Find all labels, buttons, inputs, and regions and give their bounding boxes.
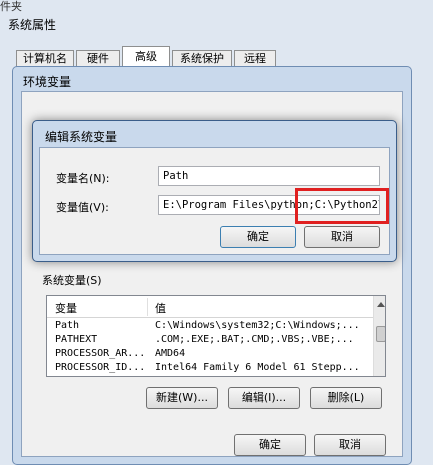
row-value: C:\Windows\system32;C:\Windows;... <box>155 320 360 331</box>
system-vars-label: 系统变量(S) <box>42 274 102 287</box>
delete-button[interactable]: 删除(L) <box>310 387 382 409</box>
edit-ok-button[interactable]: 确定 <box>220 226 296 248</box>
row-value: .COM;.EXE;.BAT;.CMD;.VBS;.VBE;... <box>155 334 354 345</box>
edit-cancel-button[interactable]: 取消 <box>304 226 380 248</box>
table-row[interactable]: PROCESSOR_ID... Intel64 Family 6 Model 6… <box>47 361 373 374</box>
tab-bar: 计算机名 硬件 高级 系统保护 远程 <box>16 46 316 68</box>
column-value[interactable]: 值 <box>155 300 255 316</box>
env-ok-button[interactable]: 确定 <box>234 434 306 456</box>
row-name: PROCESSOR_ID... <box>55 362 146 373</box>
scroll-thumb[interactable] <box>376 326 385 342</box>
row-name: PATHEXT <box>55 334 98 345</box>
table-row[interactable]: PROCESSOR_AR... AMD64 <box>47 347 373 360</box>
variable-name-input[interactable]: Path <box>158 166 380 186</box>
list-header: 变量 值 <box>47 296 373 318</box>
list-scrollbar[interactable] <box>373 296 385 376</box>
edit-button[interactable]: 编辑(I)... <box>228 387 300 409</box>
env-dialog-title: 环境变量 <box>23 75 72 89</box>
system-properties-title: 系统属性 <box>8 18 57 32</box>
variable-value-label: 变量值(V): <box>56 201 109 214</box>
edit-dialog-title: 编辑系统变量 <box>45 130 118 144</box>
row-name: PROCESSOR_AR... <box>55 348 146 359</box>
scroll-up-icon[interactable] <box>377 302 385 307</box>
table-row[interactable]: PATHEXT .COM;.EXE;.BAT;.CMD;.VBS;.VBE;..… <box>47 333 373 346</box>
highlight-box <box>295 188 389 224</box>
row-name: Path <box>55 320 80 331</box>
row-value: Intel64 Family 6 Model 61 Stepp... <box>155 362 360 373</box>
row-value: AMD64 <box>155 348 186 359</box>
column-divider <box>147 298 148 316</box>
column-variable[interactable]: 变量 <box>55 300 143 316</box>
system-vars-list[interactable]: 变量 值 Path C:\Windows\system32;C:\Windows… <box>46 295 386 377</box>
env-cancel-button[interactable]: 取消 <box>314 434 386 456</box>
variable-name-label: 变量名(N): <box>56 172 110 185</box>
new-button[interactable]: 新建(W)... <box>146 387 218 409</box>
table-row[interactable]: Path C:\Windows\system32;C:\Windows;... <box>47 319 373 332</box>
tab-advanced[interactable]: 高级 <box>122 46 170 68</box>
window-title-fragment: 件夹 <box>0 0 22 13</box>
